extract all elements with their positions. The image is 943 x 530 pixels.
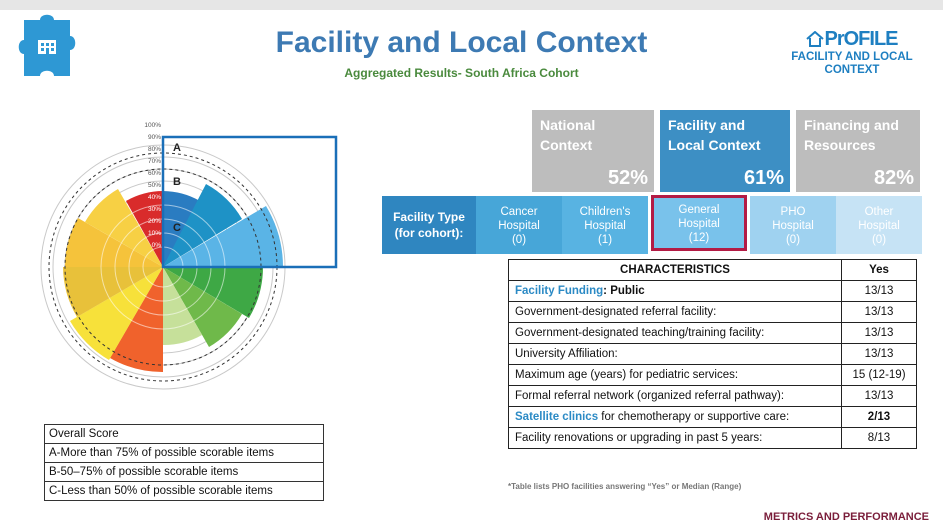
facility-type-general: General Hospital (12) bbox=[651, 195, 747, 251]
logo-line-2: CONTEXT bbox=[824, 64, 880, 76]
ring-label-100: 100% bbox=[144, 122, 161, 129]
facility-funding-label: Facility Funding bbox=[515, 285, 604, 297]
ring-label-60: 60% bbox=[148, 170, 161, 177]
table-row: Government-designated referral facility:… bbox=[508, 301, 917, 323]
table-row: Satellite clinics for chemotherapy or su… bbox=[508, 406, 917, 428]
ring-label-30: 30% bbox=[148, 206, 161, 213]
profile-logo: PrOFILE FACILITY AND LOCAL CONTEXT bbox=[767, 28, 937, 77]
table-row: Facility Funding: Public 13/13 bbox=[508, 280, 917, 302]
table-row: Government-designated teaching/training … bbox=[508, 322, 917, 344]
ring-label-70: 70% bbox=[148, 158, 161, 165]
table-header-row: CHARACTERISTICS Yes bbox=[508, 259, 917, 281]
ring-label-20: 20% bbox=[148, 218, 161, 225]
facility-type-childrens: Children's Hospital (1) bbox=[562, 196, 648, 254]
domain-pct: 61% bbox=[743, 167, 784, 189]
ring-label-40: 40% bbox=[148, 194, 161, 201]
characteristics-table: CHARACTERISTICS Yes Facility Funding: Pu… bbox=[508, 259, 917, 449]
ring-label-50: 50% bbox=[148, 182, 161, 189]
radial-score-chart: 100% 90% 80% 70% 60% 50% 40% 30% 20% 10%… bbox=[40, 122, 338, 390]
legend-title: Overall Score bbox=[44, 424, 324, 444]
facility-type-label: Facility Type (for cohort): bbox=[382, 196, 476, 254]
domain-pct: 82% bbox=[873, 167, 914, 189]
table-row: Formal referral network (organized refer… bbox=[508, 385, 917, 407]
satellite-clinics-label: Satellite clinics bbox=[515, 411, 599, 423]
column-header-characteristics: CHARACTERISTICS bbox=[508, 259, 842, 281]
score-legend: Overall Score A-More than 75% of possibl… bbox=[44, 424, 324, 501]
domain-financing-resources: Financing and Resources 82% bbox=[796, 110, 920, 192]
ring-label-80: 80% bbox=[148, 146, 161, 153]
column-header-yes: Yes bbox=[841, 259, 917, 281]
ring-label-0: 0% bbox=[152, 242, 162, 249]
domain-national-context: National Context 52% bbox=[532, 110, 654, 192]
zone-label-a: A bbox=[173, 142, 181, 154]
legend-row-a: A-More than 75% of possible scorable ite… bbox=[44, 443, 324, 463]
facility-type-pho: PHO Hospital (0) bbox=[750, 196, 836, 254]
domain-facility-local-context: Facility and Local Context 61% bbox=[660, 110, 790, 192]
table-row: University Affiliation: 13/13 bbox=[508, 343, 917, 365]
ring-label-90: 90% bbox=[148, 134, 161, 141]
facility-type-other: Other Hospital (0) bbox=[836, 196, 922, 254]
legend-row-b: B-50–75% of possible scorable items bbox=[44, 462, 324, 482]
ring-label-10: 10% bbox=[148, 230, 161, 237]
house-icon bbox=[806, 30, 825, 47]
top-bar bbox=[0, 0, 943, 10]
zone-label-c: C bbox=[173, 222, 181, 234]
table-row: Facility renovations or upgrading in pas… bbox=[508, 427, 917, 449]
footer-section-label: METRICS AND PERFORMANCE bbox=[763, 511, 929, 523]
facility-type-cancer: Cancer Hospital (0) bbox=[476, 196, 562, 254]
table-footnote: *Table lists PHO facilities answering “Y… bbox=[508, 482, 742, 491]
legend-row-c: C-Less than 50% of possible scorable ite… bbox=[44, 481, 324, 501]
zone-label-b: B bbox=[173, 176, 181, 188]
domain-pct: 52% bbox=[607, 167, 648, 189]
table-row: Maximum age (years) for pediatric servic… bbox=[508, 364, 917, 386]
logo-line-1: FACILITY AND LOCAL bbox=[791, 51, 913, 63]
logo-mark: PrOFILE bbox=[767, 28, 937, 51]
